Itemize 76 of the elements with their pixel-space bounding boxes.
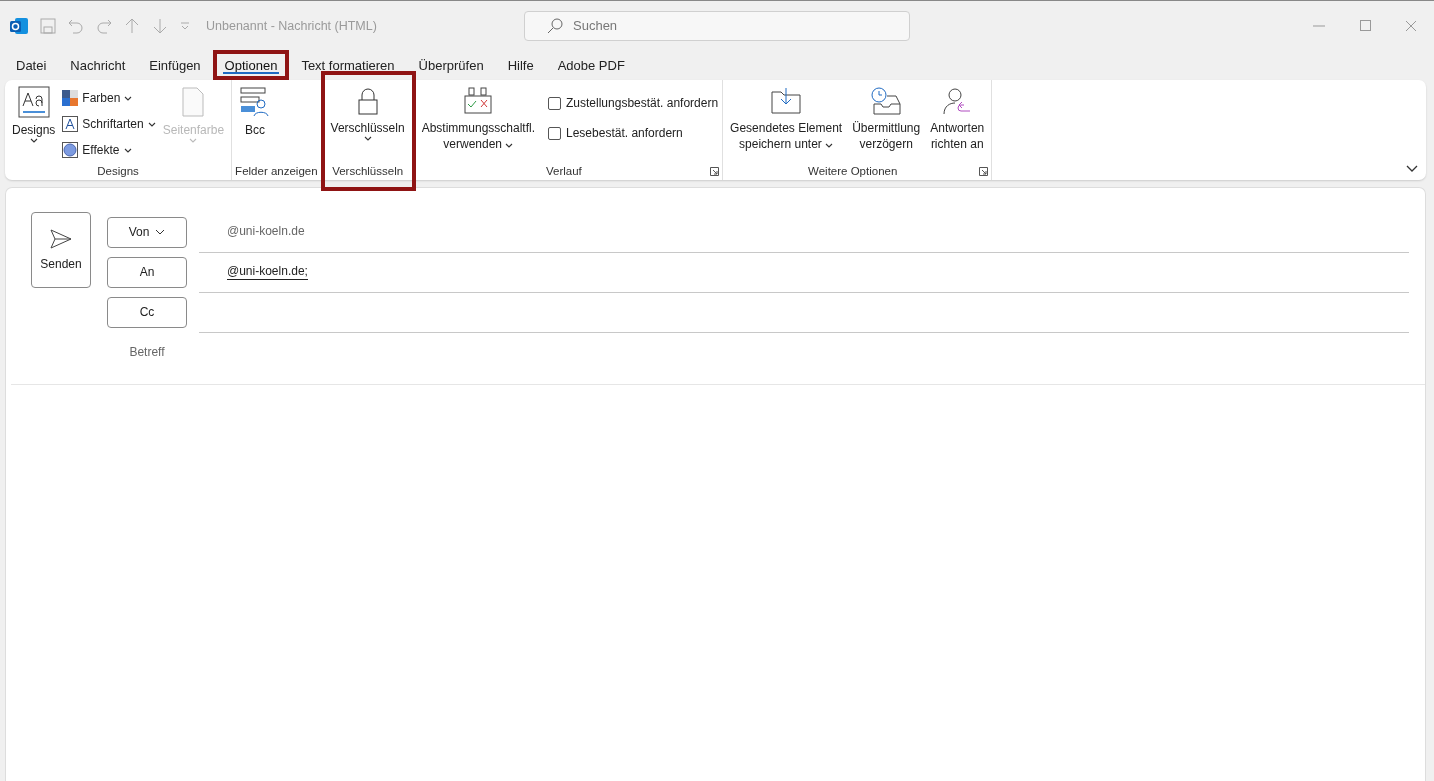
ribbon-button[interactable]: Antworten richten an: [927, 84, 988, 154]
ballot-icon: [463, 86, 494, 116]
ribbon-tab[interactable]: Text formatieren: [289, 50, 407, 80]
input-field[interactable]: @uni-koeln.de;: [199, 251, 1409, 293]
ribbon-button[interactable]: Schriftarten: [62, 113, 156, 135]
ribbon-tab[interactable]: Nachricht: [58, 50, 138, 80]
address-button[interactable]: An: [107, 256, 187, 288]
collapse-ribbon-button[interactable]: [1406, 165, 1418, 172]
address-button[interactable]: Cc: [107, 296, 187, 328]
ribbon-button[interactable]: Abstimmungsschaltfl. verwenden: [418, 84, 538, 154]
chevron-down-icon: [1406, 165, 1418, 172]
ribbon-tab[interactable]: Überprüfen: [406, 50, 496, 80]
lock-icon: [355, 86, 380, 116]
down-arrow-icon: [152, 17, 168, 34]
caret-icon: [363, 136, 372, 141]
send-icon: [50, 229, 72, 249]
undo-icon: [68, 17, 84, 34]
font-letter-icon: [62, 116, 79, 132]
folder-arrow-icon: [770, 86, 803, 116]
window-title: Unbenannt - Nachricht (HTML): [206, 18, 378, 33]
person-reply-icon: [942, 86, 973, 116]
mail-app-icon: [10, 16, 28, 35]
up-arrow-icon: [124, 17, 140, 34]
group-label: Verlauf: [544, 165, 583, 177]
ribbon-tab[interactable]: Optionen: [212, 50, 290, 80]
group-label: Designs: [96, 165, 140, 177]
address-value: @uni-koeln.de: [227, 223, 305, 240]
address-button[interactable]: Von: [107, 216, 187, 248]
color-palette-icon: [62, 90, 79, 106]
caret-icon: [123, 147, 132, 153]
ribbon-tab[interactable]: Hilfe: [495, 50, 546, 80]
input-field[interactable]: @uni-koeln.de: [199, 211, 1409, 253]
caret-icon: [124, 95, 133, 101]
page-color-icon: [180, 86, 207, 118]
subject-label: Betreff: [128, 345, 166, 359]
customize-icon: [180, 20, 190, 31]
ribbon-tab[interactable]: Adobe PDF: [545, 50, 637, 80]
dialog-launcher[interactable]: [710, 166, 720, 176]
maximize-icon: [1359, 20, 1371, 31]
checkbox-label: Lesebestät. anfordern: [566, 126, 683, 140]
clock-tray-icon: [870, 86, 903, 116]
dialog-launcher[interactable]: [979, 166, 989, 176]
close-icon: [1405, 19, 1417, 32]
ribbon-button[interactable]: Bcc: [236, 84, 275, 140]
ribbon-button[interactable]: Übermittlung verzögern: [849, 84, 924, 154]
group-label: Felder anzeigen: [235, 165, 318, 177]
ribbon-button[interactable]: Farben: [62, 87, 156, 109]
caret-icon: [825, 143, 834, 148]
redo-icon: [96, 17, 112, 34]
launcher-icon: [710, 166, 720, 176]
caret-icon: [29, 138, 38, 143]
ribbon-button[interactable]: Gesendetes Element speichern unter: [727, 84, 846, 154]
caret-icon: [147, 121, 156, 127]
ribbon-button[interactable]: Designs: [9, 84, 59, 145]
checkbox[interactable]: [548, 96, 561, 110]
group-label: Weitere Optionen: [807, 165, 899, 177]
chevron-down-icon: [155, 229, 166, 235]
effects-circle-icon: [62, 142, 79, 158]
ribbon-tab[interactable]: Einfügen: [137, 50, 213, 80]
designs-icon: [17, 86, 50, 118]
group-label: Verschlüsseln: [331, 165, 405, 177]
minimize-icon: [1313, 24, 1325, 27]
save-icon: [40, 17, 56, 34]
send-button[interactable]: Senden: [31, 212, 91, 288]
search-placeholder: Suchen: [573, 18, 618, 33]
ribbon-button[interactable]: Verschlüsseln: [327, 84, 408, 143]
search-icon: [547, 17, 563, 34]
caret-icon: [505, 143, 514, 148]
checkbox-label: Zustellungsbestät. anfordern: [566, 96, 719, 110]
launcher-icon: [979, 166, 989, 176]
address-value: @uni-koeln.de;: [227, 263, 308, 280]
search-field[interactable]: Suchen: [524, 10, 910, 41]
checkbox[interactable]: [548, 126, 561, 140]
caret-icon: [189, 138, 198, 143]
ribbon-button[interactable]: Effekte: [62, 139, 156, 161]
ribbon-tab[interactable]: Datei: [4, 50, 59, 80]
